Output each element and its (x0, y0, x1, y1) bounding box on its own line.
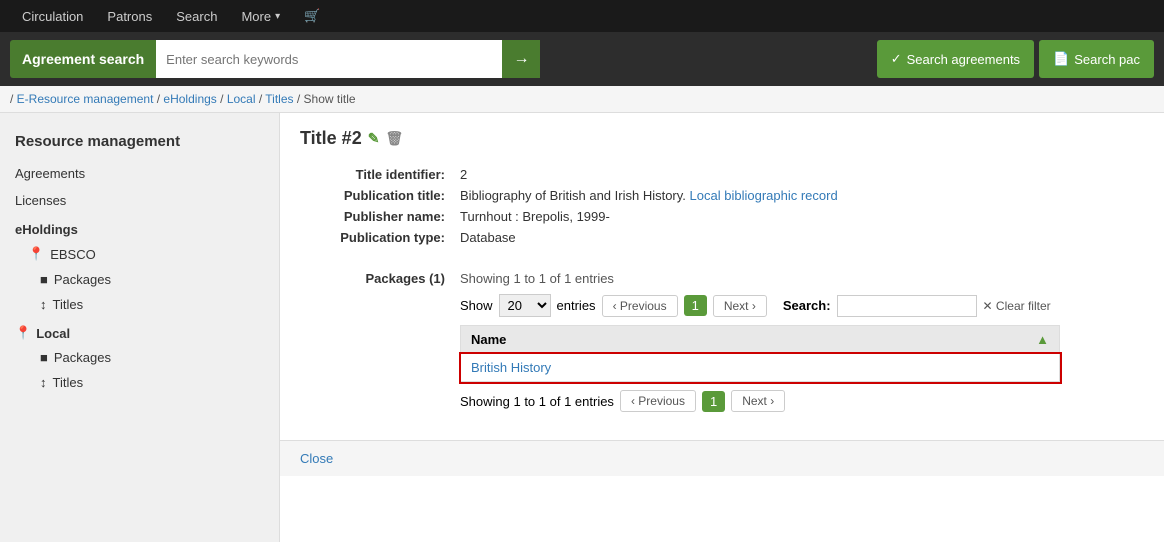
title-identifier-row: Title identifier: 2 (300, 164, 1144, 185)
sidebar-ebsco-titles[interactable]: ↕ Titles (0, 292, 279, 317)
bottom-prev-button[interactable]: ‹ Previous (620, 390, 696, 412)
search-go-arrow-icon: → (513, 50, 529, 68)
close-button[interactable]: Close (300, 451, 333, 466)
bottom-next-button[interactable]: Next › (731, 390, 785, 412)
publication-title-label: Publication title: (300, 188, 460, 203)
delete-icon[interactable]: 🗑 (385, 130, 403, 147)
content-area: Title #2 ✎ 🗑 Title identifier: 2 Publica… (280, 113, 1164, 430)
agreement-search-label: Agreement search (10, 40, 156, 78)
entries-label: entries (557, 298, 596, 313)
british-history-row[interactable]: British History (461, 354, 1060, 382)
sidebar-local-packages[interactable]: ■ Packages (0, 345, 279, 370)
close-section: Close (280, 440, 1164, 476)
top-next-button[interactable]: Next › (713, 295, 767, 317)
breadcrumb-local[interactable]: Local (227, 92, 256, 106)
name-column-header[interactable]: Name ▲ (461, 326, 1060, 354)
breadcrumb-eresource[interactable]: E-Resource management (17, 92, 154, 106)
search-agreements-check-icon: ✓ (891, 51, 902, 67)
nav-search[interactable]: Search (164, 0, 229, 32)
titles-sort-icon: ↕ (40, 297, 47, 312)
search-go-button[interactable]: → (502, 40, 540, 78)
packages-showing-text: Showing 1 to 1 of 1 entries (460, 271, 1144, 286)
details-table: Title identifier: 2 Publication title: B… (300, 164, 1144, 248)
publisher-name-value: Turnhout : Brepolis, 1999- (460, 209, 610, 224)
nav-more[interactable]: More ▾ (229, 0, 292, 32)
show-label: Show (460, 298, 493, 313)
packages-header-row: Packages (1) Showing 1 to 1 of 1 entries… (300, 268, 1144, 415)
sidebar-local-header[interactable]: 📍 Local (0, 317, 279, 345)
sidebar-item-agreements[interactable]: Agreements (0, 160, 279, 187)
nav-cart[interactable]: 🛒 (292, 0, 332, 32)
british-history-cell: British History (461, 354, 1060, 382)
sidebar-ebsco-header[interactable]: 📍 EBSCO (0, 241, 279, 267)
nav-circulation[interactable]: Circulation (10, 0, 95, 32)
packages-table: Name ▲ British History (460, 325, 1060, 382)
search-filter-input[interactable] (837, 295, 977, 317)
search-agreements-label: Search agreements (907, 52, 1020, 67)
search-inline-label: Search: (783, 298, 831, 313)
bottom-page-num[interactable]: 1 (702, 391, 725, 412)
sidebar-item-licenses[interactable]: Licenses (0, 187, 279, 214)
pin-icon: 📍 (28, 246, 44, 262)
publication-type-row: Publication type: Database (300, 227, 1144, 248)
breadcrumb: / E-Resource management / eHoldings / Lo… (0, 86, 1164, 113)
title-identifier-label: Title identifier: (300, 167, 460, 182)
search-pac-label: Search pac (1074, 52, 1140, 67)
nav-patrons[interactable]: Patrons (95, 0, 164, 32)
sidebar-heading: Resource management (0, 128, 279, 160)
sidebar: Resource management Agreements Licenses … (0, 113, 280, 542)
search-agreements-button[interactable]: ✓ Search agreements (877, 40, 1034, 78)
publication-title-value: Bibliography of British and Irish Histor… (460, 188, 838, 203)
search-pac-button[interactable]: 📄 Search pac (1039, 40, 1154, 78)
top-page-num[interactable]: 1 (684, 295, 707, 316)
entries-select[interactable]: 20 10 50 100 (499, 294, 551, 317)
local-bibliographic-record-link[interactable]: Local bibliographic record (690, 188, 838, 203)
british-history-link[interactable]: British History (471, 360, 551, 375)
title-identifier-value: 2 (460, 167, 467, 182)
packages-label: Packages (1) (300, 271, 460, 412)
page-title-row: Title #2 ✎ 🗑 (300, 128, 1144, 149)
publisher-name-label: Publisher name: (300, 209, 460, 224)
edit-icon[interactable]: ✎ (368, 130, 380, 147)
top-prev-button[interactable]: ‹ Previous (602, 295, 678, 317)
publisher-name-row: Publisher name: Turnhout : Brepolis, 199… (300, 206, 1144, 227)
top-nav: Circulation Patrons Search More ▾ 🛒 (0, 0, 1164, 32)
package-icon: ■ (40, 272, 48, 287)
bottom-showing-text: Showing 1 to 1 of 1 entries (460, 394, 614, 409)
breadcrumb-titles[interactable]: Titles (265, 92, 293, 106)
sidebar-ebsco-packages[interactable]: ■ Packages (0, 267, 279, 292)
publication-type-label: Publication type: (300, 230, 460, 245)
main-layout: Resource management Agreements Licenses … (0, 113, 1164, 542)
more-caret-icon: ▾ (275, 11, 280, 22)
publication-type-value: Database (460, 230, 516, 245)
breadcrumb-show-title: Show title (304, 92, 356, 106)
local-package-icon: ■ (40, 350, 48, 365)
page-title-text: Title #2 (300, 128, 362, 149)
sidebar-local-titles[interactable]: ↕ Titles (0, 370, 279, 395)
name-col-label: Name (471, 332, 506, 347)
bottom-pagination-row: Showing 1 to 1 of 1 entries ‹ Previous 1… (460, 390, 1144, 412)
packages-content: Showing 1 to 1 of 1 entries Show 20 10 5… (460, 271, 1144, 412)
local-pin-icon: 📍 (15, 325, 31, 341)
search-input[interactable] (156, 40, 502, 78)
top-pagination-row: Show 20 10 50 100 entries ‹ Previous 1 N… (460, 294, 1144, 317)
local-titles-icon: ↕ (40, 375, 47, 390)
sort-asc-icon[interactable]: ▲ (1036, 332, 1049, 347)
breadcrumb-eholdings[interactable]: eHoldings (163, 92, 216, 106)
search-pac-icon: 📄 (1053, 51, 1069, 67)
search-bar-row: Agreement search → ✓ Search agreements 📄… (0, 32, 1164, 86)
sidebar-eholdings-header: eHoldings (0, 214, 279, 241)
clear-filter-button[interactable]: ✕ Clear filter (983, 299, 1051, 313)
publication-title-row: Publication title: Bibliography of Briti… (300, 185, 1144, 206)
packages-section: Packages (1) Showing 1 to 1 of 1 entries… (300, 268, 1144, 415)
